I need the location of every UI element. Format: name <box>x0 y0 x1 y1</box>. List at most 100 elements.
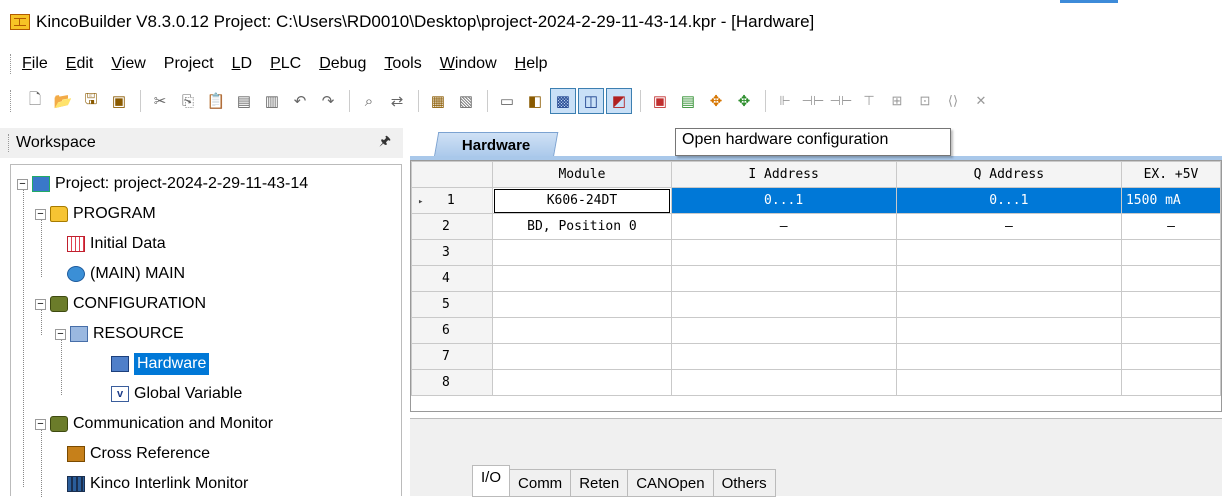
cell-q-address[interactable] <box>895 239 1122 266</box>
compile-all-icon[interactable]: ▧ <box>453 88 479 114</box>
cell-i-address[interactable] <box>670 369 897 396</box>
row-header[interactable]: ▸ 1 <box>410 187 494 214</box>
coil-icon[interactable]: ⊤ <box>856 88 882 114</box>
copy-icon[interactable]: ⎘ <box>175 88 201 114</box>
tab-canopen[interactable]: CANOpen <box>628 469 714 497</box>
menu-window[interactable]: Window <box>440 55 497 73</box>
redo-icon[interactable]: ↷ <box>315 88 341 114</box>
cell-module[interactable]: K606-24DT <box>492 187 672 214</box>
row-header[interactable]: 3 <box>410 239 494 266</box>
table-row[interactable]: 6 <box>410 317 1222 344</box>
up-folder-icon[interactable]: ▣ <box>106 88 132 114</box>
table-row[interactable]: 4 <box>410 265 1222 292</box>
workspace-grip[interactable] <box>8 134 11 152</box>
contact-nc-icon[interactable]: ⊣⊢ <box>800 88 826 114</box>
delete-element-icon[interactable]: ✕ <box>968 88 994 114</box>
tree-item-project[interactable]: − Project: project-2024-2-29-11-43-14 <box>17 169 308 199</box>
menu-plc[interactable]: PLC <box>270 55 301 73</box>
cell-q-address[interactable] <box>895 265 1122 292</box>
paste-special-icon[interactable]: ▤ <box>231 88 257 114</box>
tab-io[interactable]: I/O <box>472 465 511 497</box>
window-layout-icon[interactable]: ◫ <box>578 88 604 114</box>
cell-i-address[interactable]: 0...1 <box>670 187 897 214</box>
menu-debug[interactable]: Debug <box>319 55 366 73</box>
find-icon[interactable]: ⌕ <box>356 88 382 114</box>
toolbar-grip[interactable] <box>10 90 13 112</box>
cell-module[interactable] <box>492 369 672 396</box>
open-folder-icon[interactable]: 📂 <box>50 88 76 114</box>
menu-tools[interactable]: Tools <box>384 55 421 73</box>
menu-view[interactable]: View <box>111 55 145 73</box>
comment-icon[interactable]: ▭ <box>494 88 520 114</box>
paste-icon[interactable]: 📋 <box>203 88 229 114</box>
cell-q-address[interactable]: 0...1 <box>895 187 1122 214</box>
column-header-ex-5v[interactable]: EX. +5V <box>1120 161 1222 188</box>
cell-q-address[interactable] <box>895 317 1122 344</box>
column-header-q-address[interactable]: Q Address <box>895 161 1122 188</box>
tab-reten[interactable]: Reten <box>571 469 629 497</box>
brackets-icon[interactable]: ⟨⟩ <box>940 88 966 114</box>
cell-module[interactable] <box>492 291 672 318</box>
stop-icon[interactable]: ✥ <box>731 88 757 114</box>
row-header[interactable]: 7 <box>410 343 494 370</box>
cell-i-address[interactable] <box>670 317 897 344</box>
row-header[interactable]: 5 <box>410 291 494 318</box>
tree-item-program[interactable]: − PROGRAM <box>35 199 156 229</box>
compile-icon[interactable]: ▦ <box>425 88 451 114</box>
tree-item-communication[interactable]: − Communication and Monitor <box>35 409 273 439</box>
tree-item-main[interactable]: (MAIN) MAIN <box>67 259 185 289</box>
download-icon[interactable]: ▣ <box>647 88 673 114</box>
row-header[interactable]: 8 <box>410 369 494 396</box>
cell-q-address[interactable] <box>895 343 1122 370</box>
hardware-configuration-icon[interactable]: ▩ <box>550 88 576 114</box>
cell-module[interactable] <box>492 317 672 344</box>
row-header[interactable]: 6 <box>410 317 494 344</box>
tree-item-configuration[interactable]: − CONFIGURATION <box>35 289 206 319</box>
cell-i-address[interactable] <box>670 343 897 370</box>
collapse-icon[interactable]: − <box>35 208 46 220</box>
cell-ex-5v[interactable]: 1500 mA <box>1120 187 1222 214</box>
table-row[interactable]: ▸ 1 K606-24DT 0...1 0...1 1500 mA <box>410 187 1222 214</box>
cell-ex-5v[interactable] <box>1120 291 1222 318</box>
cell-module[interactable] <box>492 265 672 292</box>
menu-help[interactable]: Help <box>515 55 548 73</box>
cell-ex-5v[interactable]: — <box>1120 213 1222 240</box>
cut-icon[interactable]: ✂ <box>147 88 173 114</box>
tree-item-global-variable[interactable]: v Global Variable <box>111 379 242 409</box>
contact-no-icon[interactable]: ⊩ <box>772 88 798 114</box>
cell-ex-5v[interactable] <box>1120 317 1222 344</box>
tree-item-initial-data[interactable]: Initial Data <box>67 229 166 259</box>
contact-p-icon[interactable]: ⊣⊢ <box>828 88 854 114</box>
function-block-icon[interactable]: ⊡ <box>912 88 938 114</box>
cell-ex-5v[interactable] <box>1120 369 1222 396</box>
tree-item-hardware[interactable]: Hardware <box>111 349 210 379</box>
menu-ld[interactable]: LD <box>232 55 252 73</box>
cell-q-address[interactable] <box>895 291 1122 318</box>
table-row[interactable]: 7 <box>410 343 1222 370</box>
cell-ex-5v[interactable] <box>1120 265 1222 292</box>
run-icon[interactable]: ✥ <box>703 88 729 114</box>
tree-item-cross-reference[interactable]: Cross Reference <box>67 439 210 469</box>
cell-q-address[interactable]: — <box>895 213 1122 240</box>
cell-i-address[interactable]: — <box>670 213 897 240</box>
cell-i-address[interactable] <box>670 239 897 266</box>
cell-module[interactable] <box>492 343 672 370</box>
tree-item-resource[interactable]: − RESOURCE <box>55 319 184 349</box>
table-row[interactable]: 2 BD, Position 0 — — — <box>410 213 1222 240</box>
row-header[interactable]: 2 <box>410 213 494 240</box>
collapse-icon[interactable]: − <box>17 178 28 190</box>
new-file-icon[interactable]: 🗋 <box>22 88 48 114</box>
table-row[interactable]: 8 <box>410 369 1222 396</box>
tab-comm[interactable]: Comm <box>510 469 572 497</box>
tab-hardware[interactable]: Hardware <box>433 132 559 158</box>
tree-item-interlink-monitor[interactable]: Kinco Interlink Monitor <box>67 469 248 499</box>
column-header-i-address[interactable]: I Address <box>670 161 897 188</box>
cell-ex-5v[interactable] <box>1120 343 1222 370</box>
cross-reference-toolbar-icon[interactable]: ◧ <box>522 88 548 114</box>
table-row[interactable]: 3 <box>410 239 1222 266</box>
cell-i-address[interactable] <box>670 291 897 318</box>
menu-file[interactable]: File <box>22 55 48 73</box>
replace-icon[interactable]: ⇄ <box>384 88 410 114</box>
row-header[interactable]: 4 <box>410 265 494 292</box>
column-header-module[interactable]: Module <box>492 161 672 188</box>
